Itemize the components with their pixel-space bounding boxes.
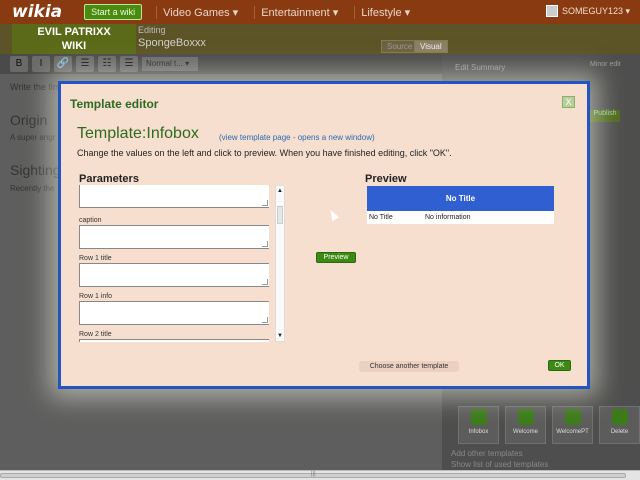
view-template-link[interactable]: (view template page - opens a new window… <box>219 133 375 142</box>
template-welcomept[interactable]: WelcomePT <box>552 406 593 444</box>
template-welcome[interactable]: Welcome <box>505 406 546 444</box>
editing-label: Editing <box>138 25 166 35</box>
user-menu[interactable]: SOMEGUY123 ▾ <box>545 5 630 17</box>
template-editor-dialog: Template editor X Template:Infobox (view… <box>58 81 590 389</box>
format-select[interactable]: Normal t... ▾ <box>142 57 198 71</box>
param-label: Row 2 title <box>79 331 112 338</box>
bold-button[interactable]: B <box>10 56 28 72</box>
indent-icon[interactable]: ☰ <box>120 56 138 72</box>
infobox-row: No Title No information <box>367 211 554 224</box>
wiki-name-line1: EVIL PATRIXX <box>37 26 111 38</box>
parameters-scrollbar[interactable]: ▲ ▼ <box>275 185 285 342</box>
puzzle-icon <box>517 409 534 425</box>
show-used-templates-link[interactable]: Show list of used templates <box>451 460 548 469</box>
horizontal-scrollbar[interactable]: ||| <box>0 470 640 480</box>
editor-paragraph: A super angr <box>10 133 56 142</box>
wiki-name-line2: WIKI <box>61 40 87 52</box>
minor-edit-checkbox[interactable]: Minor edit <box>590 61 621 68</box>
template-list: Infobox Welcome WelcomePT Delete <box>458 406 640 444</box>
row1-title-input[interactable] <box>79 263 269 287</box>
editor-hint: Write the firs <box>10 82 61 92</box>
nav-video-games[interactable]: Video Games ▾ <box>156 5 244 19</box>
bullet-list-icon[interactable]: ☰ <box>76 56 94 72</box>
choose-another-template-button[interactable]: Choose another template <box>359 361 459 372</box>
parameters-heading: Parameters <box>79 173 139 185</box>
param-label: Row 1 info <box>79 293 113 300</box>
tab-visual[interactable]: Visual <box>414 40 448 53</box>
scroll-up-icon[interactable]: ▲ <box>276 186 284 196</box>
infobox-row-value: No information <box>425 214 471 221</box>
caption-input[interactable] <box>79 225 269 249</box>
row2-title-input[interactable] <box>79 339 269 342</box>
template-infobox[interactable]: Infobox <box>458 406 499 444</box>
editor-toolbar: B I 🔗 ☰ ☷ ☰ Normal t... ▾ <box>0 54 442 74</box>
hub-navigation: Video Games ▾ Entertainment ▾ Lifestyle … <box>156 5 416 19</box>
dialog-title: Template editor <box>70 97 159 111</box>
close-icon[interactable]: X <box>562 96 575 108</box>
infobox-preview: No Title No Title No information <box>367 186 554 224</box>
nav-entertainment[interactable]: Entertainment ▾ <box>254 5 344 19</box>
infobox-title: No Title <box>367 186 554 211</box>
preview-button[interactable]: Preview <box>316 252 356 263</box>
ok-button[interactable]: OK <box>548 360 571 371</box>
editor-paragraph: Recently the <box>10 184 55 193</box>
puzzle-icon <box>611 409 628 425</box>
template-delete[interactable]: Delete <box>599 406 640 444</box>
avatar <box>545 5 558 17</box>
param-input[interactable] <box>79 185 269 208</box>
wikia-logo[interactable]: wikia <box>12 2 62 22</box>
italic-button[interactable]: I <box>32 56 50 72</box>
tab-source[interactable]: Source <box>381 40 419 53</box>
param-label: Row 1 title <box>79 255 112 262</box>
start-wiki-button[interactable]: Start a wiki <box>84 4 143 20</box>
preview-heading: Preview <box>365 173 407 185</box>
numbered-list-icon[interactable]: ☷ <box>98 56 116 72</box>
link-icon[interactable]: 🔗 <box>54 56 72 72</box>
puzzle-icon <box>470 409 487 425</box>
wiki-wordmark[interactable]: EVIL PATRIXX WIKI <box>12 24 136 54</box>
publish-button[interactable]: Publish <box>590 110 620 122</box>
puzzle-icon <box>564 409 581 425</box>
template-name: Template:Infobox <box>77 125 199 142</box>
add-other-templates-link[interactable]: Add other templates <box>451 449 523 458</box>
editing-page-title: SpongeBoxxx <box>138 37 206 49</box>
param-label: caption <box>79 217 102 224</box>
infobox-row-key: No Title <box>369 214 393 221</box>
row1-info-input[interactable] <box>79 301 269 325</box>
scrollbar-thumb[interactable] <box>277 206 283 224</box>
nav-lifestyle[interactable]: Lifestyle ▾ <box>354 5 416 19</box>
username: SOMEGUY123 ▾ <box>561 5 630 16</box>
grip-icon: ||| <box>311 471 316 477</box>
parameters-list: caption Row 1 title Row 1 info Row 2 tit… <box>79 185 269 342</box>
scroll-down-icon[interactable]: ▼ <box>276 331 284 341</box>
edit-summary-label: Edit Summary <box>455 63 506 72</box>
global-navigation: wikia Start a wiki Video Games ▾ Enterta… <box>0 0 640 24</box>
editor-heading-origin: Origin <box>10 112 48 128</box>
instructions-text: Change the values on the left and click … <box>77 148 452 158</box>
